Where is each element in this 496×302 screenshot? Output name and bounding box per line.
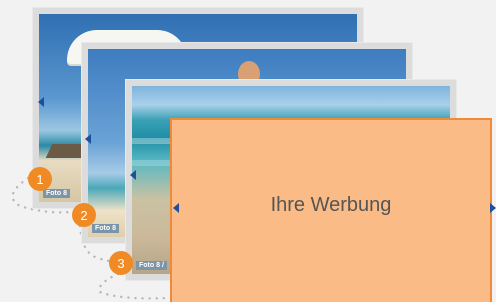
ad-prev-arrow-icon[interactable] bbox=[173, 203, 179, 213]
step-marker-3: 3 bbox=[109, 251, 133, 275]
slideshow-illustration: Foto 8 Foto 8 Foto 8 / Ihre Werbung 1 2 … bbox=[0, 0, 496, 302]
step-marker-2: 2 bbox=[72, 203, 96, 227]
step-marker-1: 1 bbox=[28, 167, 52, 191]
prev-arrow-icon-3[interactable] bbox=[130, 170, 136, 180]
photo-label-1: Foto 8 bbox=[43, 189, 70, 198]
ad-next-arrow-icon[interactable] bbox=[490, 203, 496, 213]
prev-arrow-icon-1[interactable] bbox=[38, 97, 44, 107]
prev-arrow-icon-2[interactable] bbox=[85, 134, 91, 144]
photo-label-3: Foto 8 / bbox=[136, 261, 167, 270]
ad-text: Ihre Werbung bbox=[270, 193, 392, 216]
photo-label-2: Foto 8 bbox=[92, 224, 119, 233]
ad-placeholder[interactable]: Ihre Werbung bbox=[170, 118, 492, 302]
